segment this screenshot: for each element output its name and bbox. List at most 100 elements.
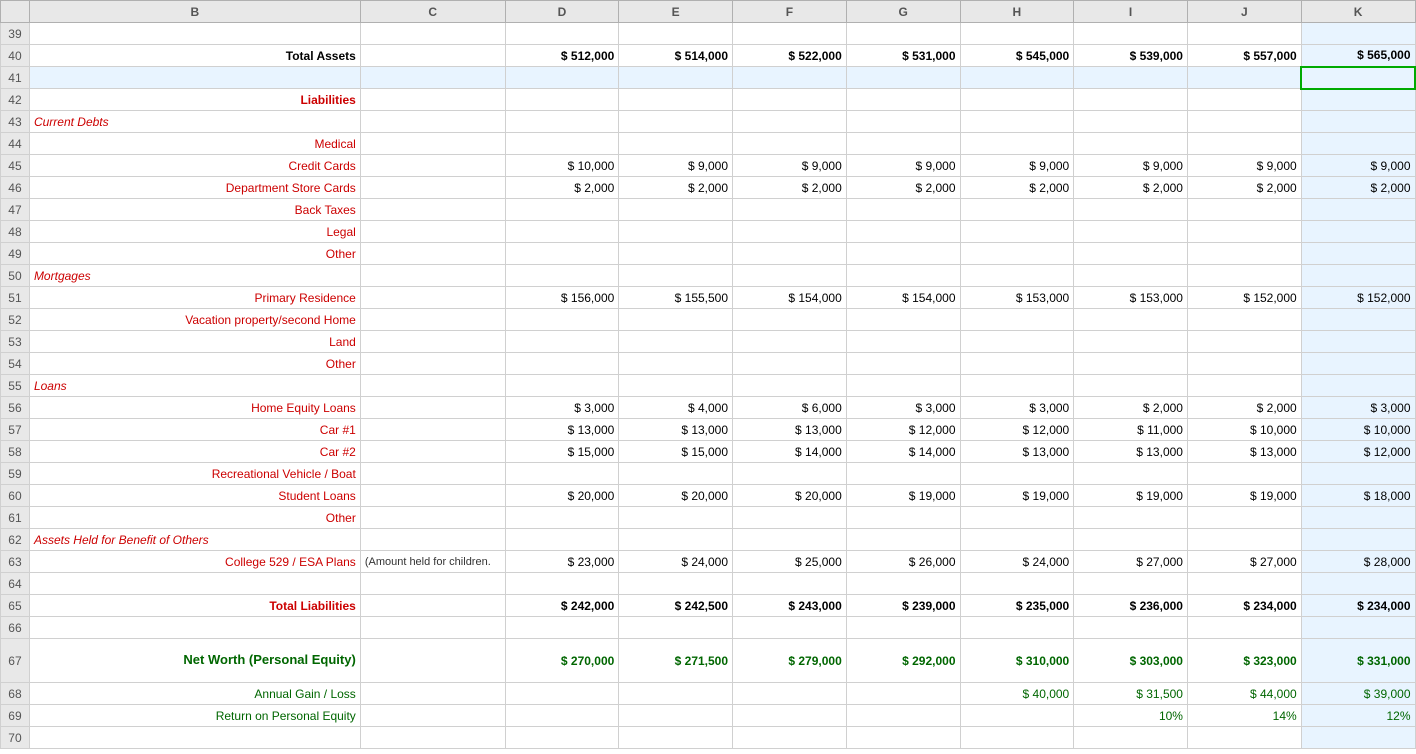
cell-53-h[interactable] <box>960 331 1074 353</box>
cell-61-j[interactable] <box>1187 507 1301 529</box>
cell-54-e[interactable] <box>619 353 733 375</box>
cell-58-h[interactable]: $ 13,000 <box>960 441 1074 463</box>
cell-50-i[interactable] <box>1074 265 1188 287</box>
cell-54-c[interactable] <box>360 353 505 375</box>
cell-66-b[interactable] <box>29 617 360 639</box>
cell-52-i[interactable] <box>1074 309 1188 331</box>
cell-58-c[interactable] <box>360 441 505 463</box>
cell-61-i[interactable] <box>1074 507 1188 529</box>
cell-42-j[interactable] <box>1187 89 1301 111</box>
cell-51-f[interactable]: $ 154,000 <box>733 287 847 309</box>
cell-55-k[interactable] <box>1301 375 1415 397</box>
cell-53-f[interactable] <box>733 331 847 353</box>
cell-65-c[interactable] <box>360 595 505 617</box>
cell-62-f[interactable] <box>733 529 847 551</box>
cell-50-b[interactable]: Mortgages <box>29 265 360 287</box>
cell-43-k[interactable] <box>1301 111 1415 133</box>
cell-52-e[interactable] <box>619 309 733 331</box>
cell-53-b[interactable]: Land <box>29 331 360 353</box>
cell-67-j[interactable]: $ 323,000 <box>1187 639 1301 683</box>
cell-62-d[interactable] <box>505 529 619 551</box>
cell-63-f[interactable]: $ 25,000 <box>733 551 847 573</box>
cell-50-k[interactable] <box>1301 265 1415 287</box>
cell-40-d[interactable]: $ 512,000 <box>505 45 619 67</box>
cell-56-g[interactable]: $ 3,000 <box>846 397 960 419</box>
cell-65-f[interactable]: $ 243,000 <box>733 595 847 617</box>
cell-45-j[interactable]: $ 9,000 <box>1187 155 1301 177</box>
cell-58-b[interactable]: Car #2 <box>29 441 360 463</box>
cell-66-c[interactable] <box>360 617 505 639</box>
cell-44-j[interactable] <box>1187 133 1301 155</box>
cell-70-h[interactable] <box>960 727 1074 749</box>
cell-62-j[interactable] <box>1187 529 1301 551</box>
cell-60-h[interactable]: $ 19,000 <box>960 485 1074 507</box>
cell-46-g[interactable]: $ 2,000 <box>846 177 960 199</box>
cell-69-b[interactable]: Return on Personal Equity <box>29 705 360 727</box>
cell-67-g[interactable]: $ 292,000 <box>846 639 960 683</box>
cell-54-k[interactable] <box>1301 353 1415 375</box>
cell-49-j[interactable] <box>1187 243 1301 265</box>
cell-43-h[interactable] <box>960 111 1074 133</box>
cell-65-b[interactable]: Total Liabilities <box>29 595 360 617</box>
cell-42-c[interactable] <box>360 89 505 111</box>
cell-59-k[interactable] <box>1301 463 1415 485</box>
cell-67-h[interactable]: $ 310,000 <box>960 639 1074 683</box>
cell-47-j[interactable] <box>1187 199 1301 221</box>
cell-52-f[interactable] <box>733 309 847 331</box>
cell-41-k[interactable] <box>1301 67 1415 89</box>
cell-60-k[interactable]: $ 18,000 <box>1301 485 1415 507</box>
cell-47-b[interactable]: Back Taxes <box>29 199 360 221</box>
cell-47-i[interactable] <box>1074 199 1188 221</box>
cell-66-i[interactable] <box>1074 617 1188 639</box>
cell-57-c[interactable] <box>360 419 505 441</box>
col-g-header[interactable]: G <box>846 1 960 23</box>
cell-55-f[interactable] <box>733 375 847 397</box>
cell-66-h[interactable] <box>960 617 1074 639</box>
cell-51-h[interactable]: $ 153,000 <box>960 287 1074 309</box>
cell-41-f[interactable] <box>733 67 847 89</box>
cell-58-k[interactable]: $ 12,000 <box>1301 441 1415 463</box>
cell-48-f[interactable] <box>733 221 847 243</box>
cell-43-d[interactable] <box>505 111 619 133</box>
cell-66-d[interactable] <box>505 617 619 639</box>
cell-53-k[interactable] <box>1301 331 1415 353</box>
cell-59-i[interactable] <box>1074 463 1188 485</box>
cell-69-i[interactable]: 10% <box>1074 705 1188 727</box>
cell-42-e[interactable] <box>619 89 733 111</box>
cell-54-i[interactable] <box>1074 353 1188 375</box>
cell-61-g[interactable] <box>846 507 960 529</box>
cell-62-b[interactable]: Assets Held for Benefit of Others <box>29 529 360 551</box>
cell-58-i[interactable]: $ 13,000 <box>1074 441 1188 463</box>
cell-62-k[interactable] <box>1301 529 1415 551</box>
cell-50-c[interactable] <box>360 265 505 287</box>
cell-55-b[interactable]: Loans <box>29 375 360 397</box>
cell-41-d[interactable] <box>505 67 619 89</box>
cell-57-i[interactable]: $ 11,000 <box>1074 419 1188 441</box>
cell-58-d[interactable]: $ 15,000 <box>505 441 619 463</box>
cell-45-g[interactable]: $ 9,000 <box>846 155 960 177</box>
cell-69-d[interactable] <box>505 705 619 727</box>
cell-64-e[interactable] <box>619 573 733 595</box>
col-j-header[interactable]: J <box>1187 1 1301 23</box>
cell-46-c[interactable] <box>360 177 505 199</box>
cell-67-c[interactable] <box>360 639 505 683</box>
cell-52-g[interactable] <box>846 309 960 331</box>
cell-70-b[interactable] <box>29 727 360 749</box>
cell-67-i[interactable]: $ 303,000 <box>1074 639 1188 683</box>
cell-49-b[interactable]: Other <box>29 243 360 265</box>
cell-40-i[interactable]: $ 539,000 <box>1074 45 1188 67</box>
cell-68-h[interactable]: $ 40,000 <box>960 683 1074 705</box>
cell-54-h[interactable] <box>960 353 1074 375</box>
cell-57-k[interactable]: $ 10,000 <box>1301 419 1415 441</box>
cell-47-f[interactable] <box>733 199 847 221</box>
cell-40-j[interactable]: $ 557,000 <box>1187 45 1301 67</box>
cell-66-g[interactable] <box>846 617 960 639</box>
cell-47-d[interactable] <box>505 199 619 221</box>
cell-60-j[interactable]: $ 19,000 <box>1187 485 1301 507</box>
cell-70-j[interactable] <box>1187 727 1301 749</box>
cell-55-e[interactable] <box>619 375 733 397</box>
cell-63-e[interactable]: $ 24,000 <box>619 551 733 573</box>
cell-52-j[interactable] <box>1187 309 1301 331</box>
cell-59-j[interactable] <box>1187 463 1301 485</box>
cell-48-j[interactable] <box>1187 221 1301 243</box>
